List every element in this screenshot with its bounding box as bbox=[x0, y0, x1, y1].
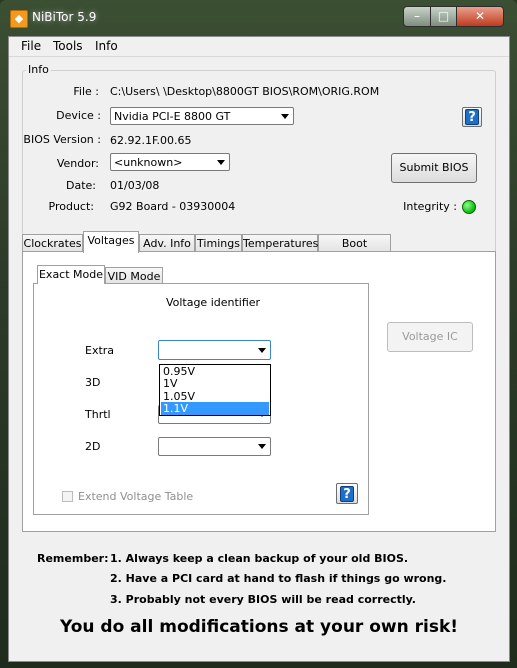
integrity-status-icon bbox=[462, 200, 476, 214]
voltage-identifier-heading: Voltage identifier bbox=[165, 296, 261, 309]
chevron-down-icon bbox=[258, 444, 266, 449]
voltages-help-button[interactable]: ? bbox=[336, 483, 358, 504]
info-help-button[interactable]: ? bbox=[462, 107, 482, 127]
2d-voltage-select[interactable] bbox=[158, 437, 271, 456]
device-select[interactable]: Nvidia PCI-E 8800 GT bbox=[110, 107, 294, 125]
tab-timings[interactable]: Timings bbox=[195, 234, 242, 252]
extend-voltage-table-checkbox[interactable] bbox=[62, 491, 73, 502]
thrtl-label: Thrtl bbox=[85, 408, 111, 421]
integrity-label: Integrity : bbox=[403, 200, 457, 213]
chevron-down-icon bbox=[258, 348, 266, 353]
nibitor-app-icon: ◆ bbox=[10, 10, 28, 28]
window-title: NiBiTor 5.9 bbox=[32, 10, 97, 24]
extra-voltage-select[interactable] bbox=[158, 340, 271, 360]
date-value: 01/03/08 bbox=[110, 179, 160, 192]
vendor-label: Vendor: bbox=[56, 157, 99, 170]
maximize-button[interactable]: □ bbox=[430, 6, 457, 27]
menu-info[interactable]: Info bbox=[95, 39, 118, 53]
info-group-label: Info bbox=[26, 63, 51, 76]
remember-line-1: 1. Always keep a clean backup of your ol… bbox=[110, 552, 409, 565]
device-select-value: Nvidia PCI-E 8800 GT bbox=[114, 110, 231, 123]
2d-label: 2D bbox=[85, 440, 101, 453]
tab-clockrates[interactable]: Clockrates bbox=[22, 234, 83, 252]
product-value: G92 Board - 03930004 bbox=[110, 200, 236, 213]
question-mark-icon: ? bbox=[465, 109, 479, 125]
bios-version-value: 62.92.1F.00.65 bbox=[110, 134, 192, 147]
date-label: Date: bbox=[66, 179, 96, 192]
tab-temperatures[interactable]: Temperatures bbox=[242, 234, 318, 252]
dropdown-option[interactable]: 1V bbox=[161, 377, 269, 390]
product-label: Product: bbox=[48, 200, 94, 213]
client-area: File Tools Info Info File : C:\Users\ \D… bbox=[8, 36, 510, 662]
close-button[interactable]: ✕ bbox=[456, 6, 504, 27]
3d-label: 3D bbox=[85, 376, 101, 389]
dropdown-option-selected[interactable]: 1.1V bbox=[161, 402, 269, 415]
risk-warning: You do all modifications at your own ris… bbox=[59, 617, 459, 637]
bios-version-label: BIOS Version : bbox=[23, 133, 101, 146]
submit-bios-button[interactable]: Submit BIOS bbox=[391, 153, 477, 183]
app-window: ◆ NiBiTor 5.9 – □ ✕ File Tools Info Info… bbox=[0, 0, 517, 668]
device-label: Device : bbox=[56, 109, 101, 122]
chevron-down-icon bbox=[281, 114, 289, 119]
vendor-select-value: <unknown> bbox=[114, 156, 183, 169]
file-label: File : bbox=[73, 85, 99, 98]
extra-voltage-dropdown-list: 0.95V 1V 1.05V 1.1V bbox=[159, 364, 271, 416]
tab-adv-info[interactable]: Adv. Info bbox=[139, 234, 195, 252]
subtab-vid-mode[interactable]: VID Mode bbox=[105, 267, 163, 284]
file-path-value: C:\Users\ \Desktop\8800GT BIOS\ROM\ORIG.… bbox=[110, 85, 380, 98]
menu-file[interactable]: File bbox=[21, 39, 41, 53]
title-bar[interactable]: ◆ NiBiTor 5.9 – □ ✕ bbox=[0, 0, 517, 36]
tab-boot-settings[interactable]: Boot Settings bbox=[318, 234, 391, 267]
question-mark-icon: ? bbox=[340, 486, 354, 502]
minimize-button[interactable]: – bbox=[403, 6, 431, 27]
remember-line-2: 2. Have a PCI card at hand to flash if t… bbox=[110, 572, 447, 585]
extend-voltage-table-label: Extend Voltage Table bbox=[78, 490, 194, 503]
voltage-ic-button[interactable]: Voltage IC bbox=[387, 322, 473, 352]
extra-label: Extra bbox=[85, 344, 115, 357]
menu-bar: File Tools Info bbox=[9, 37, 509, 57]
remember-line-3: 3. Probably not every BIOS will be read … bbox=[110, 593, 416, 606]
vendor-select[interactable]: <unknown> bbox=[110, 153, 230, 171]
menu-tools[interactable]: Tools bbox=[53, 39, 83, 53]
tab-voltages[interactable]: Voltages bbox=[83, 231, 139, 253]
subtab-exact-mode[interactable]: Exact Mode bbox=[37, 265, 105, 284]
chevron-down-icon bbox=[217, 160, 225, 165]
remember-label: Remember: bbox=[37, 552, 109, 565]
